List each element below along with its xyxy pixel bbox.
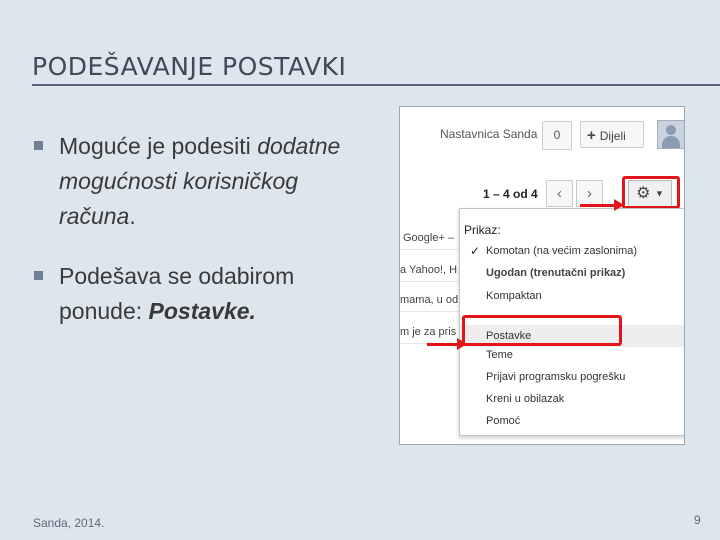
menu-item-report-bug[interactable]: Prijavi programsku pogrešku xyxy=(460,366,684,388)
menu-item-comfortable[interactable]: ✓ Komotan (na većim zaslonima) xyxy=(460,240,684,262)
screenshot-panel: Nastavnica Sanda 0 +Dijeli ▼ 1 – 4 od 4 … xyxy=(399,106,685,445)
bullet-1: Moguće je podesiti dodatne mogućnosti ko… xyxy=(34,129,379,234)
menu-item-label: Komotan (na većim zaslonima) xyxy=(486,245,638,257)
menu-item-help[interactable]: Pomoć xyxy=(460,410,684,432)
slide-title: PODEŠAVANJE POSTAVKI xyxy=(32,52,347,81)
menu-item-themes[interactable]: Teme xyxy=(460,344,684,366)
plus-icon: + xyxy=(587,127,596,144)
bullet-2-bold-italic: Postavke. xyxy=(148,298,256,324)
bullet-1-plain: Moguće je podesiti xyxy=(59,133,258,159)
page-number: 9 xyxy=(694,513,701,527)
settings-highlight-box xyxy=(462,315,622,346)
notification-count-button[interactable]: 0 xyxy=(542,121,572,150)
next-page-button[interactable]: › xyxy=(576,180,603,207)
chevron-right-icon: › xyxy=(587,185,592,202)
menu-item-tour[interactable]: Kreni u obilazak xyxy=(460,388,684,410)
avatar-icon[interactable] xyxy=(657,120,684,149)
mail-row[interactable]: a Yahoo!, H xyxy=(400,259,460,282)
mail-row[interactable]: mama, u od xyxy=(400,289,460,312)
gear-highlight-box xyxy=(622,176,680,209)
chevron-left-icon: ‹ xyxy=(557,185,562,202)
menu-item-cozy[interactable]: Ugodan (trenutačni prikaz) xyxy=(460,262,684,284)
arrow-to-settings xyxy=(427,338,467,350)
menu-header: Prikaz: xyxy=(464,223,501,237)
mail-row[interactable]: m je za pris xyxy=(400,321,460,344)
bullet-2-text: Podešava se odabirom ponude: Postavke. xyxy=(59,259,379,329)
avatar-body xyxy=(662,136,680,148)
arrow-to-gear xyxy=(580,199,624,211)
avatar-head xyxy=(666,125,676,135)
title-rule xyxy=(32,84,720,86)
check-icon: ✓ xyxy=(470,244,481,258)
footer-author: Sanda, 2014. xyxy=(33,516,105,530)
prev-page-button[interactable]: ‹ xyxy=(546,180,573,207)
bullet-1-text: Moguće je podesiti dodatne mogućnosti ko… xyxy=(59,129,379,234)
pager-text: 1 – 4 od 4 xyxy=(483,187,538,201)
mail-row[interactable]: Google+ – xyxy=(400,227,463,250)
bullet-2: Podešava se odabirom ponude: Postavke. xyxy=(34,259,379,329)
share-button[interactable]: + Dijeli xyxy=(580,121,644,148)
bullet-marker xyxy=(34,141,43,150)
share-label: Dijeli xyxy=(599,129,626,143)
menu-item-compact[interactable]: Kompaktan xyxy=(460,285,684,307)
account-name: Nastavnica Sanda xyxy=(440,127,538,141)
bullet-marker xyxy=(34,271,43,280)
bullet-1-end: . xyxy=(129,203,136,229)
